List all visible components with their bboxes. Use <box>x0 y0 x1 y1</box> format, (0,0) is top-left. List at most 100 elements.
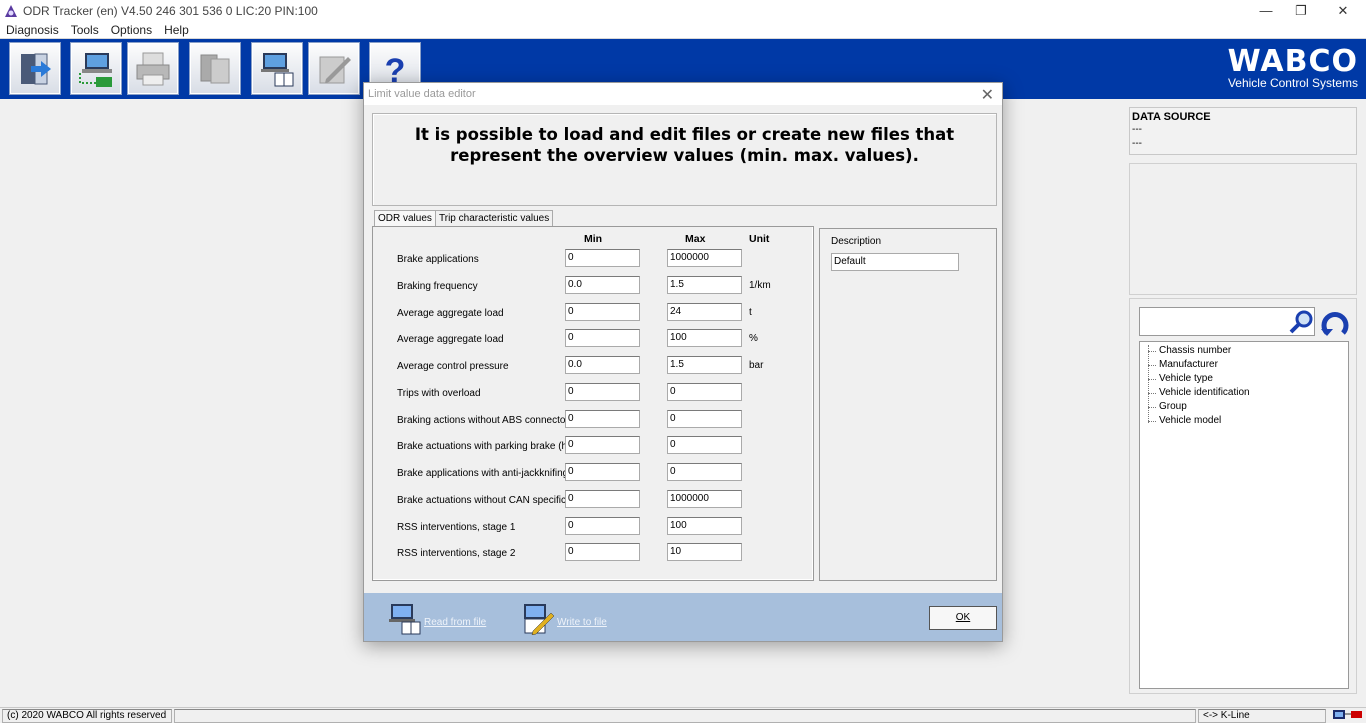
tree-item-vehicle-type[interactable]: Vehicle type <box>1146 372 1348 386</box>
tab-trip-characteristic-values[interactable]: Trip characteristic values <box>435 210 554 226</box>
min-field[interactable]: 0 <box>565 516 640 535</box>
min-field[interactable]: 0 <box>565 249 640 267</box>
search-icon[interactable] <box>1288 309 1316 335</box>
min-field[interactable]: 0 <box>565 409 640 428</box>
description-field[interactable]: Default <box>831 253 959 271</box>
row-label: RSS interventions, stage 2 <box>397 548 516 560</box>
exit-icon <box>21 53 51 84</box>
max-field[interactable]: 0 <box>667 382 742 401</box>
max-field[interactable]: 0 <box>667 436 742 455</box>
limit-value-dialog: Limit value data editor ✕ It is possible… <box>363 82 1003 642</box>
ok-button[interactable]: OK <box>929 606 997 630</box>
unit-label: t <box>749 306 752 318</box>
menu-bar: Diagnosis Tools Options Help <box>0 21 1366 39</box>
print-button[interactable] <box>127 42 179 95</box>
max-field[interactable]: 1.5 <box>667 275 742 294</box>
max-field[interactable]: 1000000 <box>667 489 742 508</box>
data-source-title: DATA SOURCE <box>1132 111 1211 123</box>
exit-button[interactable] <box>9 42 61 95</box>
data-source-value: --- <box>1132 138 1142 149</box>
vehicle-tree[interactable]: Chassis number Manufacturer Vehicle type… <box>1139 341 1349 689</box>
window-title: ODR Tracker (en) V4.50 246 301 536 0 LIC… <box>23 3 318 18</box>
read-from-file-label: Read from file <box>424 616 487 628</box>
dialog-heading: It is possible to load and edit files or… <box>414 125 955 165</box>
tab-odr-values[interactable]: ODR values <box>374 210 436 227</box>
min-field[interactable]: 0 <box>565 382 640 401</box>
dialog-title: Limit value data editor <box>368 88 476 100</box>
min-field[interactable]: 0 <box>565 302 640 321</box>
row-label: Average control pressure <box>397 361 509 372</box>
menu-help[interactable]: Help <box>158 23 195 37</box>
minimize-icon: — <box>1259 3 1273 18</box>
copyright-text: (c) 2020 WABCO All rights reserved <box>2 709 172 723</box>
max-field[interactable]: 100 <box>667 516 742 535</box>
data-source-panel: DATA SOURCE --- --- <box>1129 107 1357 155</box>
printer-icon <box>136 52 170 85</box>
max-field[interactable]: 0 <box>667 409 742 428</box>
close-window-button[interactable]: ✕ <box>1323 0 1363 21</box>
read-from-file-button[interactable]: Read from file <box>388 601 486 635</box>
write-to-file-label: Write to file <box>557 616 607 628</box>
row-label: Brake actuations with parking brake (ha <box>397 441 565 453</box>
tree-item-group[interactable]: Group <box>1146 400 1348 414</box>
laptop-book-icon <box>261 52 294 86</box>
unit-label: bar <box>749 360 764 371</box>
max-field[interactable]: 10 <box>667 543 742 562</box>
tree-item-manufacturer[interactable]: Manufacturer <box>1146 358 1348 372</box>
max-field[interactable]: 1000000 <box>667 249 742 267</box>
row-label: Trips with overload <box>397 387 481 399</box>
description-label: Description <box>831 236 882 247</box>
menu-tools[interactable]: Tools <box>65 23 105 37</box>
write-file-icon <box>524 604 555 635</box>
row-label: RSS interventions, stage 1 <box>397 521 516 533</box>
min-field[interactable]: 0 <box>565 543 640 562</box>
column-header-min: Min <box>584 233 603 245</box>
edit-pencil-icon <box>319 56 351 83</box>
menu-diagnosis[interactable]: Diagnosis <box>0 23 65 37</box>
min-field[interactable]: 0 <box>565 489 640 508</box>
row-label: Brake applications with anti-jackknifing <box>397 468 565 479</box>
min-field[interactable]: 0 <box>565 436 640 455</box>
row-label: Braking frequency <box>397 280 478 292</box>
info-panel <box>1129 163 1357 295</box>
edit-button[interactable] <box>308 42 360 95</box>
ecu-connect-button[interactable] <box>70 42 122 95</box>
min-field[interactable]: 0 <box>565 329 640 348</box>
status-bar: (c) 2020 WABCO All rights reserved <-> K… <box>0 707 1366 723</box>
max-field[interactable]: 100 <box>667 329 742 348</box>
column-header-unit: Unit <box>749 233 770 245</box>
max-field[interactable]: 24 <box>667 302 742 321</box>
minimize-button[interactable]: — <box>1246 0 1286 21</box>
tree-item-chassis-number[interactable]: Chassis number <box>1146 344 1348 358</box>
documents-button[interactable] <box>189 42 241 95</box>
description-panel <box>819 228 997 581</box>
close-icon[interactable]: ✕ <box>981 85 994 105</box>
menu-options[interactable]: Options <box>105 23 158 37</box>
max-field[interactable]: 1.5 <box>667 356 742 374</box>
row-label: Brake applications <box>397 254 479 265</box>
unit-label: 1/km <box>749 279 771 291</box>
max-field[interactable]: 0 <box>667 463 742 481</box>
wabco-logo: WABCO Vehicle Control Systems <box>1227 44 1358 90</box>
read-data-button[interactable] <box>251 42 303 95</box>
tree-item-vehicle-identification[interactable]: Vehicle identification <box>1146 386 1348 400</box>
dialog-header: It is possible to load and edit files or… <box>372 113 997 206</box>
min-field[interactable]: 0.0 <box>565 275 640 294</box>
data-source-value: --- <box>1132 124 1142 135</box>
restore-button[interactable]: ❐ <box>1281 0 1321 21</box>
connection-icon <box>1333 710 1362 719</box>
tree-item-vehicle-model[interactable]: Vehicle model <box>1146 414 1348 428</box>
documents-icon <box>200 54 230 83</box>
write-to-file-button[interactable]: Write to file <box>521 601 607 635</box>
row-label: Average aggregate load <box>397 334 504 346</box>
refresh-icon[interactable] <box>1319 307 1351 337</box>
read-file-icon <box>389 604 421 635</box>
row-label: Average aggregate load <box>397 307 504 319</box>
column-header-max: Max <box>685 233 706 245</box>
brand-name: WABCO <box>1227 44 1358 79</box>
min-field[interactable]: 0 <box>565 463 640 481</box>
min-field[interactable]: 0.0 <box>565 356 640 374</box>
row-label: Braking actions without ABS connector <box>397 414 565 426</box>
restore-icon: ❐ <box>1295 2 1307 18</box>
status-panel <box>174 709 1196 723</box>
